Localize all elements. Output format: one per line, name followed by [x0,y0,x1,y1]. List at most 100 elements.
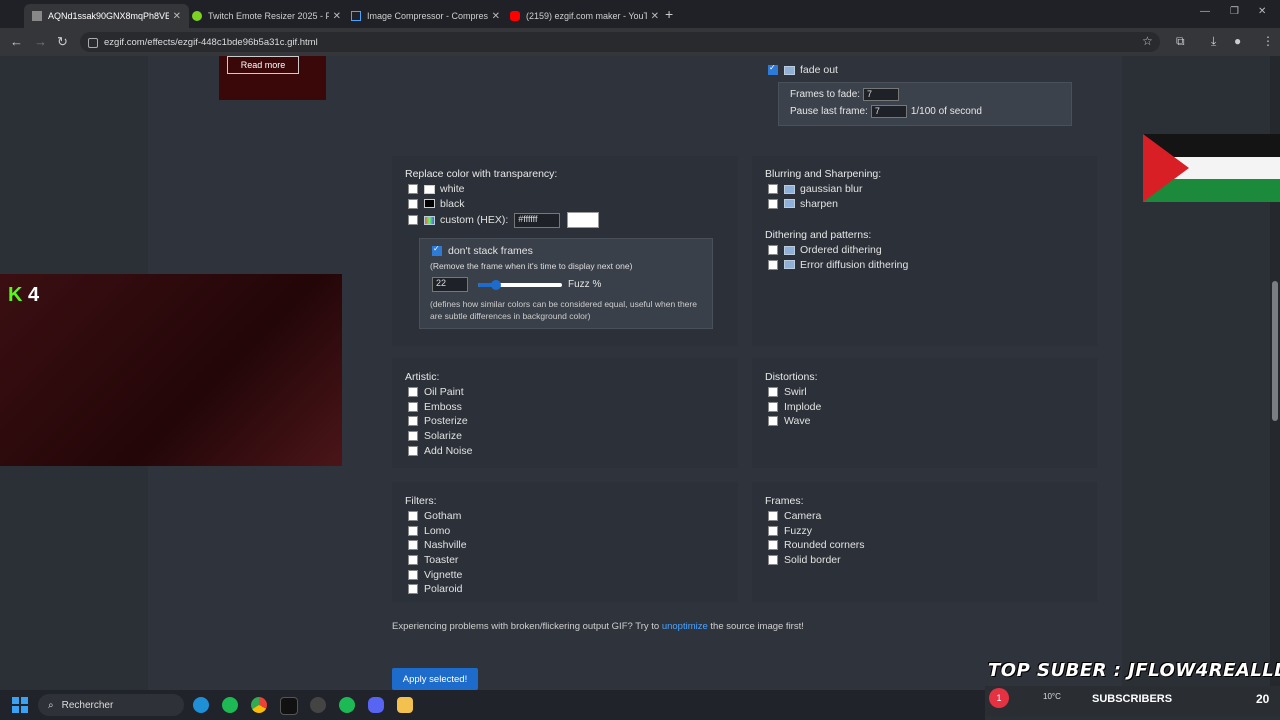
blur-option[interactable]: gaussian blur [768,182,862,197]
obs-icon[interactable] [310,697,326,713]
tiktok-icon[interactable] [280,697,298,715]
artistic-checkbox[interactable] [408,387,418,398]
fade-out-checkbox[interactable] [768,63,778,76]
artistic-option[interactable]: Oil Paint [408,385,472,400]
color-picker-button[interactable] [567,212,600,229]
fuzz-input[interactable]: 22 [432,277,468,292]
close-window-icon[interactable]: ✕ [1258,6,1266,17]
filters-option[interactable]: Gotham [408,509,467,524]
tab-image-compressor[interactable]: Image Compressor - Compress ✕ [343,4,508,28]
filters-checkbox[interactable] [408,525,418,536]
blur-option[interactable]: sharpen [768,197,862,212]
bookmark-star-icon[interactable]: ☆ [1142,34,1153,48]
menu-icon[interactable]: ⋮ [1262,34,1274,48]
forward-icon[interactable]: → [34,34,47,49]
top-suber-banner: TOP SUBER : JFLOW4REALLL [988,660,1280,681]
edge-icon[interactable] [193,697,209,713]
dither-checkbox[interactable] [768,245,778,256]
download-icon[interactable]: ⤓ [1211,34,1216,49]
tab-ezgif-image[interactable]: AQNd1ssak90GNX8mqPh8VEUi ✕ [24,4,189,28]
windows-start-icon[interactable] [12,697,28,713]
frames-option[interactable]: Solid border [768,553,865,568]
hex-color-input[interactable]: #ffffff [514,212,561,228]
dither-checkbox[interactable] [768,259,778,270]
filters-option[interactable]: Toaster [408,553,467,568]
reload-icon[interactable]: ↻ [57,34,68,50]
black-checkbox[interactable] [408,198,418,209]
tab-twitch-emote-resizer[interactable]: Twitch Emote Resizer 2025 - Fre ✕ [184,4,349,28]
filters-checkbox[interactable] [408,569,418,580]
close-tab-icon[interactable]: ✕ [492,11,500,22]
spotify-icon[interactable] [222,697,238,713]
artistic-option[interactable]: Add Noise [408,443,472,458]
black-option[interactable]: black [408,197,599,212]
notice-text-before: Experiencing problems with broken/flicke… [392,621,662,632]
minimize-icon[interactable]: — [1200,6,1210,17]
back-icon[interactable]: ← [10,34,23,49]
artistic-checkbox[interactable] [408,401,418,412]
distortions-option[interactable]: Swirl [768,385,821,400]
apply-selected-button[interactable]: Apply selected! [392,668,478,690]
fuzz-slider[interactable] [478,279,562,290]
artistic-checkbox[interactable] [408,445,418,456]
fuzz-slider-thumb[interactable] [491,279,502,290]
artistic-option[interactable]: Posterize [408,414,472,429]
white-option[interactable]: white [408,182,599,197]
filters-option[interactable]: Lomo [408,524,467,539]
chrome-icon[interactable] [251,697,267,713]
new-tab-button[interactable]: + [665,6,673,22]
custom-hex-checkbox[interactable] [408,215,418,226]
distortions-option[interactable]: Wave [768,414,821,429]
tab-youtube[interactable]: (2159) ezgif.com maker - YouTu ✕ [502,4,667,28]
artistic-checkbox[interactable] [408,416,418,427]
taskbar-search[interactable]: ⌕ Rechercher [38,694,184,716]
artistic-checkbox[interactable] [408,431,418,442]
frames-checkbox[interactable] [768,540,778,551]
distortions-checkbox[interactable] [768,416,778,427]
artistic-option[interactable]: Emboss [408,400,472,415]
ad-banner[interactable]: Read more [219,56,326,100]
frames-option[interactable]: Rounded corners [768,538,865,553]
unoptimize-link[interactable]: unoptimize [662,621,708,632]
pause-last-frame-input[interactable]: 7 [870,105,907,118]
blur-checkbox[interactable] [768,184,778,195]
maximize-icon[interactable]: ❐ [1230,6,1239,17]
close-tab-icon[interactable]: ✕ [333,11,341,22]
filters-checkbox[interactable] [408,584,418,595]
dont-stack-checkbox[interactable] [432,244,442,257]
filters-option[interactable]: Polaroid [408,582,467,597]
frames-to-fade-input[interactable]: 7 [863,88,900,101]
discord-icon[interactable] [368,697,384,713]
profile-avatar[interactable]: ● [1234,34,1241,48]
custom-hex-option[interactable]: custom (HEX): #ffffff [408,211,600,229]
filters-option[interactable]: Vignette [408,567,467,582]
dither-option[interactable]: Ordered dithering [768,243,908,258]
frames-checkbox[interactable] [768,511,778,522]
read-more-button[interactable]: Read more [227,56,299,74]
extensions-icon[interactable]: ⧉ [1176,34,1185,49]
file-explorer-icon[interactable] [397,697,413,713]
frames-option[interactable]: Fuzzy [768,524,865,539]
dont-stack-option[interactable]: don't stack frames [432,244,533,259]
spotify-icon[interactable] [339,697,355,713]
close-tab-icon[interactable]: ✕ [173,11,181,22]
blur-checkbox[interactable] [768,198,778,209]
frames-checkbox[interactable] [768,525,778,536]
filters-checkbox[interactable] [408,511,418,522]
site-info-icon[interactable] [88,38,98,48]
fade-out-option[interactable]: fade out [768,63,838,78]
filters-checkbox[interactable] [408,555,418,566]
distortions-option[interactable]: Implode [768,400,821,415]
frames-checkbox[interactable] [768,555,778,566]
distortions-checkbox[interactable] [768,387,778,398]
artistic-option[interactable]: Solarize [408,429,472,444]
close-tab-icon[interactable]: ✕ [651,11,659,22]
scrollbar-thumb[interactable] [1272,281,1278,421]
frames-option[interactable]: Camera [768,509,865,524]
distortions-checkbox[interactable] [768,401,778,412]
url-field[interactable]: ezgif.com/effects/ezgif-448c1bde96b5a31c… [80,32,1160,52]
white-checkbox[interactable] [408,184,418,195]
filters-option[interactable]: Nashville [408,538,467,553]
dither-option[interactable]: Error diffusion dithering [768,258,908,273]
filters-checkbox[interactable] [408,540,418,551]
